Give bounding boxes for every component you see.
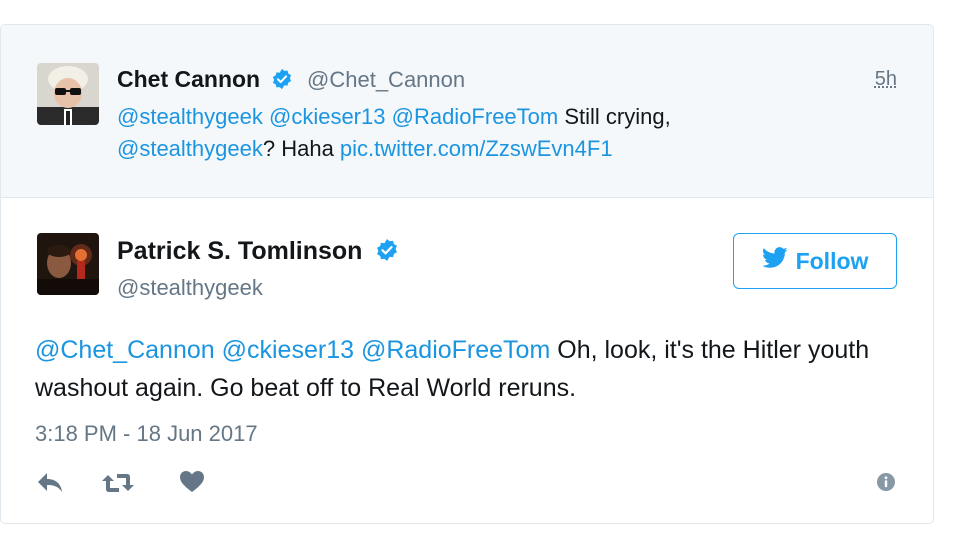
follow-button-label: Follow [795, 247, 869, 274]
tweet-embed-card: Chet Cannon @Chet_Cannon 5h @stealthygee… [0, 24, 934, 524]
mention-link[interactable]: @RadioFreeTom [361, 336, 550, 364]
verified-badge-icon [271, 68, 293, 95]
follow-button[interactable]: Follow [733, 233, 897, 289]
mention-link[interactable]: @stealthygeek [117, 136, 263, 161]
mention-link[interactable]: @ckieser13 [222, 336, 354, 364]
mention-link[interactable]: @Chet_Cannon [35, 336, 215, 364]
parent-tweet-header: Chet Cannon @Chet_Cannon [117, 66, 465, 95]
mention-link[interactable]: @RadioFreeTom [392, 104, 559, 129]
parent-tweet-timestamp[interactable]: 5h [875, 68, 897, 91]
tweet-text-segment: Still crying, [558, 104, 671, 129]
avatar-patrick-tomlinson[interactable] [37, 233, 99, 295]
reply-icon[interactable] [35, 470, 65, 501]
author-handle[interactable]: @stealthygeek [117, 275, 263, 301]
tweet-text-segment: ? Haha [262, 136, 340, 161]
author-name[interactable]: Patrick S. Tomlinson [117, 237, 362, 265]
like-heart-icon[interactable] [179, 470, 205, 499]
tweet-text: @Chet_Cannon @ckieser13 @RadioFreeTom Oh… [35, 331, 895, 407]
tweet-timestamp[interactable]: 3:18 PM - 18 Jun 2017 [35, 421, 258, 447]
parent-author-name[interactable]: Chet Cannon [117, 66, 260, 92]
twitter-bird-icon [761, 247, 788, 275]
parent-tweet-text: @stealthygeek @ckieser13 @RadioFreeTom S… [117, 101, 877, 165]
mention-link[interactable]: @stealthygeek [117, 104, 263, 129]
parent-tweet[interactable]: Chet Cannon @Chet_Cannon 5h @stealthygee… [1, 25, 933, 198]
retweet-icon[interactable] [101, 470, 135, 501]
parent-author-handle[interactable]: @Chet_Cannon [307, 67, 465, 92]
verified-badge-icon [375, 238, 399, 269]
avatar-chet-cannon[interactable] [37, 63, 99, 125]
author-name-row: Patrick S. Tomlinson [117, 237, 399, 269]
info-icon[interactable] [877, 473, 895, 496]
mention-link[interactable]: @ckieser13 [269, 104, 386, 129]
media-link[interactable]: pic.twitter.com/ZzswEvn4F1 [340, 136, 613, 161]
